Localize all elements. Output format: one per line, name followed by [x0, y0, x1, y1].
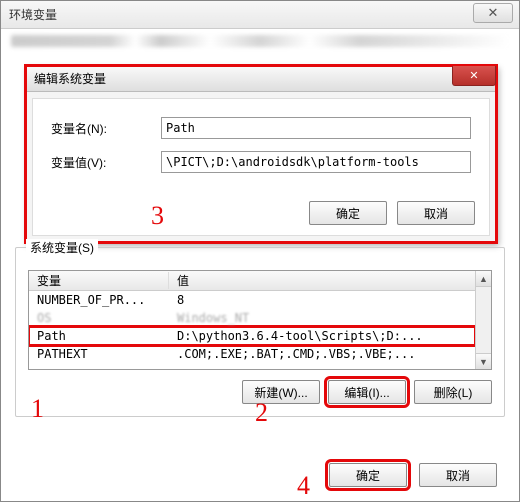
- system-variables-legend: 系统变量(S): [26, 239, 98, 256]
- window-title: 环境变量: [9, 6, 57, 23]
- table-header: 变量 值: [29, 271, 475, 291]
- var-name-label: 变量名(N):: [51, 120, 161, 137]
- var-value-label: 变量值(V):: [51, 154, 161, 171]
- close-icon: ✕: [469, 69, 478, 82]
- new-button[interactable]: 新建(W)...: [242, 380, 320, 404]
- table-row[interactable]: OS Windows_NT: [29, 309, 475, 327]
- dialog-cancel-button[interactable]: 取消: [397, 201, 475, 225]
- table-scrollbar[interactable]: ▲ ▼: [475, 271, 491, 369]
- cell-var: OS: [29, 311, 169, 325]
- var-value-row: 变量值(V):: [51, 151, 471, 173]
- edit-system-variable-dialog: 编辑系统变量 ✕ 变量名(N): 变量值(V): 确定 取消: [25, 65, 497, 243]
- dialog-titlebar: 编辑系统变量 ✕: [26, 66, 496, 92]
- blurred-user-vars-header: [11, 35, 509, 47]
- titlebar: 环境变量 ✕: [1, 1, 519, 29]
- scroll-up-icon[interactable]: ▲: [476, 271, 491, 287]
- table-row-path[interactable]: Path D:\python3.6.4-tool\Scripts\;D:...: [29, 327, 475, 345]
- var-name-row: 变量名(N):: [51, 117, 471, 139]
- window-close-button[interactable]: ✕: [473, 3, 513, 23]
- system-variables-panel: 系统变量(S) 变量 值 NUMBER_OF_PR... 8 OS Window…: [15, 247, 505, 417]
- delete-button[interactable]: 删除(L): [414, 380, 492, 404]
- cell-var: Path: [29, 329, 169, 343]
- table-row[interactable]: NUMBER_OF_PR... 8: [29, 291, 475, 309]
- dialog-title: 编辑系统变量: [34, 70, 106, 87]
- var-name-input[interactable]: [161, 117, 471, 139]
- main-cancel-button[interactable]: 取消: [419, 463, 497, 487]
- dialog-body: 变量名(N): 变量值(V): 确定 取消: [32, 98, 490, 236]
- close-icon: ✕: [488, 5, 499, 21]
- dialog-ok-button[interactable]: 确定: [309, 201, 387, 225]
- dialog-close-button[interactable]: ✕: [452, 66, 496, 86]
- table-buttons: 新建(W)... 编辑(I)... 删除(L): [28, 380, 492, 404]
- table-inner: 变量 值 NUMBER_OF_PR... 8 OS Windows_NT Pat…: [29, 271, 475, 369]
- main-ok-button[interactable]: 确定: [329, 463, 407, 487]
- scroll-down-icon[interactable]: ▼: [476, 353, 491, 369]
- dialog-buttons: 确定 取消: [309, 201, 475, 225]
- cell-val: Windows_NT: [169, 311, 475, 325]
- env-vars-window: 环境变量 ✕ 编辑系统变量 ✕ 变量名(N): 变量值(V): 确定 取消: [0, 0, 520, 502]
- cell-var: PATHEXT: [29, 347, 169, 361]
- col-header-val[interactable]: 值: [169, 272, 475, 289]
- col-header-var[interactable]: 变量: [29, 272, 169, 289]
- cell-var: NUMBER_OF_PR...: [29, 293, 169, 307]
- system-variables-table: 变量 值 NUMBER_OF_PR... 8 OS Windows_NT Pat…: [28, 270, 492, 370]
- cell-val: 8: [169, 293, 475, 307]
- cell-val: D:\python3.6.4-tool\Scripts\;D:...: [169, 329, 475, 343]
- main-buttons: 确定 取消: [329, 463, 497, 487]
- edit-button[interactable]: 编辑(I)...: [328, 380, 406, 404]
- var-value-input[interactable]: [161, 151, 471, 173]
- annotation-4: 4: [297, 471, 310, 501]
- table-row[interactable]: PATHEXT .COM;.EXE;.BAT;.CMD;.VBS;.VBE;..…: [29, 345, 475, 363]
- cell-val: .COM;.EXE;.BAT;.CMD;.VBS;.VBE;...: [169, 347, 475, 361]
